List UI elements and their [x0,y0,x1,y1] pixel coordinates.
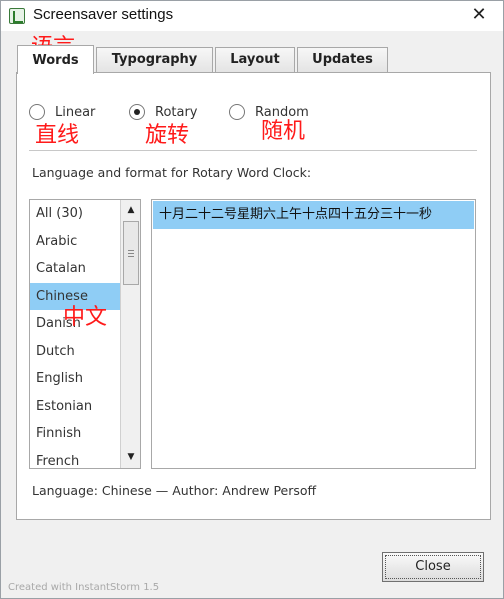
language-item-selected[interactable]: Chinese [30,282,120,310]
language-author-status: Language: Chinese — Author: Andrew Perso… [32,483,317,498]
radio-random-indicator [229,104,245,120]
close-button[interactable]: Close [382,552,484,582]
language-item[interactable]: Arabic [30,228,120,255]
radio-rotary-label: Rotary [155,104,198,120]
language-item[interactable]: Estonian [30,393,120,420]
tab-updates[interactable]: Updates [297,47,388,73]
language-item[interactable]: All (30) [30,200,120,227]
scrollbar-thumb[interactable] [123,221,139,285]
format-list[interactable]: 十月二十二号星期六上午十点四十五分三十一秒 [151,199,476,469]
grip-line [128,253,134,254]
section-divider [29,150,477,151]
app-icon [9,8,25,24]
radio-linear-indicator [29,104,45,120]
triangle-down-icon[interactable]: ▼ [122,448,140,466]
radio-linear[interactable]: Linear [29,104,95,120]
language-list-scrollbar[interactable]: ▲ ▼ [120,200,140,468]
language-item[interactable]: Finnish [30,420,120,447]
language-item[interactable]: Danish [30,310,120,337]
language-item[interactable]: English [30,365,120,392]
language-item[interactable]: French [30,448,120,469]
title-bar[interactable]: Screensaver settings ✕ [1,1,503,31]
tab-words[interactable]: Words [17,45,94,74]
settings-window: Screensaver settings ✕ Words Typography … [0,0,504,599]
radio-rotary[interactable]: Rotary [129,104,198,120]
language-item[interactable]: Catalan [30,255,120,282]
format-section-label: Language and format for Rotary Word Cloc… [32,165,312,180]
format-item-selected[interactable]: 十月二十二号星期六上午十点四十五分三十一秒 [153,201,474,229]
focus-ring [385,555,481,579]
language-item[interactable]: Dutch [30,338,120,365]
tab-layout[interactable]: Layout [215,47,295,73]
tab-typography[interactable]: Typography [96,47,213,73]
instantstorm-watermark: Created with InstantStorm 1.5 [8,582,160,593]
radio-random[interactable]: Random [229,104,309,120]
radio-linear-label: Linear [55,104,96,120]
triangle-up-icon[interactable]: ▲ [122,201,140,219]
radio-rotary-indicator [129,104,145,120]
close-icon[interactable]: ✕ [469,5,489,25]
window-title: Screensaver settings [33,6,174,23]
grip-line [128,256,134,257]
grip-line [128,250,134,251]
radio-random-label: Random [255,104,309,120]
